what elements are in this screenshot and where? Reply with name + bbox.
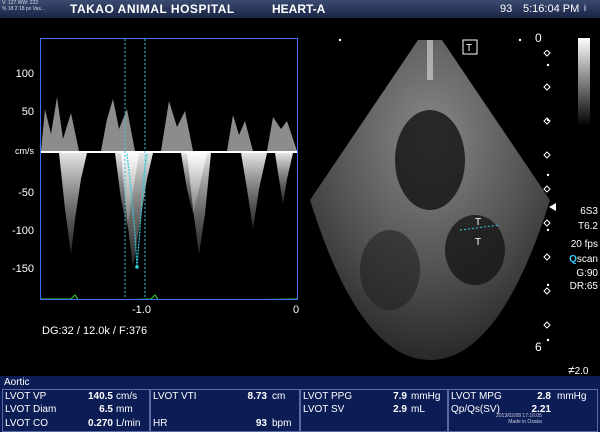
depth-top-label: 0 (535, 31, 542, 45)
y-tick-label: -100 (11, 225, 34, 237)
measure-unit: mL (411, 404, 425, 415)
info-icon: i (584, 3, 586, 13)
top-bar: V: 127 WW: 222 % 18 2 18 px Vas... TAKAO… (0, 0, 600, 18)
measure-unit: L/min (116, 418, 141, 429)
footer-made-in: Made in Osaka (508, 419, 542, 425)
measure-unit: cm (272, 391, 286, 402)
measure-value: 7.9 (393, 391, 407, 402)
measure-unit: cm/s (116, 391, 138, 402)
measure-label: LVOT VP (5, 391, 47, 402)
doppler-spectrum-panel (40, 38, 298, 302)
qscan-text: scan (576, 254, 598, 265)
measure-row: HR 93 bpm (151, 417, 299, 430)
y-unit-label: cm/s (15, 146, 34, 156)
measure-row: LVOT Diam 6.5 mm (3, 403, 149, 416)
exam-number: 93 (500, 3, 513, 15)
measure-value: 2.8 (537, 391, 551, 402)
header-tiny-text: V: 127 WW: 222 % 18 2 18 px Vas... (2, 0, 45, 12)
measure-label: LVOT CO (5, 418, 48, 429)
measure-unit: bpm (272, 418, 292, 429)
y-tick-label: 100 (15, 68, 34, 80)
svg-text:T: T (475, 237, 481, 248)
measure-label: LVOT PPG (303, 391, 353, 402)
clock-time: 5:16:04 PM (523, 3, 580, 15)
y-tick-label: -150 (11, 263, 34, 275)
probe-label: 6S3 (580, 206, 598, 217)
measure-row: LVOT MPG 2.8 mmHg (449, 390, 597, 403)
depth-scale-markers (543, 50, 551, 329)
hospital-name: TAKAO ANIMAL HOSPITAL (70, 2, 235, 16)
measure-value: 6.5 (99, 404, 113, 415)
measurement-title: Aortic (4, 377, 30, 388)
measure-value: 93 (255, 418, 267, 429)
measure-value: 2.9 (393, 404, 407, 415)
y-tick-label: -50 (18, 187, 34, 199)
measure-row: LVOT SV 2.9 mL (301, 403, 447, 416)
measure-value: 8.73 (247, 391, 267, 402)
measure-row (151, 403, 299, 416)
focus-marker-icon (549, 203, 556, 211)
echo-sector-image: T T T (310, 38, 550, 360)
measure-value: 140.5 (87, 391, 113, 402)
x-tick-label: -1.0 (132, 304, 151, 316)
focus-depth-label: ≠2.0 (568, 363, 589, 377)
doppler-params: DG:32 / 12.0k / F:376 (42, 325, 148, 337)
measure-row: LVOT PPG 7.9 mmHg (301, 390, 447, 403)
measure-value: 0.270 (87, 418, 113, 429)
measure-label: Qp/Qs(SV) (451, 404, 500, 415)
x-tick-label: 0 (293, 304, 300, 316)
measure-unit: mmHg (411, 391, 441, 402)
measure-label: LVOT MPG (451, 391, 502, 402)
fps-label: 20 fps (570, 239, 598, 250)
grayscale-bar (578, 38, 590, 126)
measure-row: LVOT VTI 8.73 cm (151, 390, 299, 403)
scan-label: Qscan (560, 254, 598, 265)
tilt-label: T6.2 (577, 221, 598, 232)
depth-bottom-label: 6 (535, 340, 542, 354)
dynamic-range-label: DR:65 (569, 281, 598, 292)
measure-row: LVOT VP 140.5 cm/s (3, 390, 149, 403)
measure-label: LVOT SV (303, 404, 345, 415)
measure-label: LVOT Diam (5, 404, 57, 415)
svg-text:T: T (475, 217, 481, 228)
doppler-spectrum-graphic (41, 39, 298, 302)
measure-unit: mmHg (557, 391, 587, 402)
gain-label: G:90 (576, 268, 598, 279)
y-tick-label: 50 (21, 106, 34, 118)
svg-text:T: T (466, 43, 472, 54)
measure-unit: mm (116, 404, 133, 415)
qscan-q: Q (569, 254, 577, 265)
measure-label: HR (153, 418, 168, 429)
preset-name: HEART-A (272, 2, 326, 16)
footer-stamp: 2013/02/08 17:16:05 Made in Osaka (496, 413, 542, 425)
measure-label: LVOT VTI (153, 391, 197, 402)
measure-row: LVOT CO 0.270 L/min (3, 417, 149, 430)
